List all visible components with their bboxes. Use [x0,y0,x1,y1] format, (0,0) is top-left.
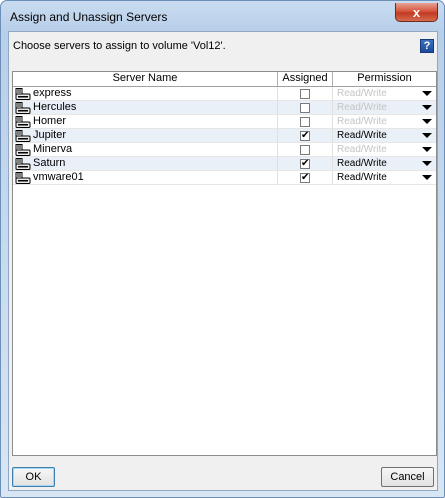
table-row[interactable]: Saturn Read/Write [13,157,436,171]
permission-value: Read/Write [337,158,387,169]
server-icon [15,101,31,114]
table-row[interactable]: Homer Read/Write [13,115,436,129]
server-name: express [33,87,72,99]
window-title: Assign and Unassign Servers [10,10,168,24]
server-icon [15,87,31,100]
permission-dropdown[interactable]: Read/Write [333,157,436,170]
close-icon: x [412,4,421,20]
permission-dropdown[interactable]: Read/Write [333,171,436,184]
chevron-down-icon[interactable] [422,133,432,138]
permission-dropdown[interactable]: Read/Write [333,143,436,156]
chevron-down-icon[interactable] [422,161,432,166]
assigned-cell [278,157,333,170]
dialog-client-area: Choose servers to assign to volume 'Vol1… [8,31,438,491]
column-header-server-name[interactable]: Server Name [13,72,278,86]
column-header-permission[interactable]: Permission [333,72,436,86]
chevron-down-icon[interactable] [422,119,432,124]
server-icon [15,157,31,170]
assigned-cell [278,171,333,184]
table-row[interactable]: Minerva Read/Write [13,143,436,157]
permission-value: Read/Write [337,144,387,155]
assigned-checkbox[interactable] [300,171,310,184]
table-body: express Read/Write Hercules Read/Write Homer… [13,87,436,185]
server-name: Jupiter [33,129,67,141]
chevron-down-icon[interactable] [422,175,432,180]
assigned-cell [278,101,333,114]
ok-button[interactable]: OK [12,467,55,487]
assigned-checkbox[interactable] [300,129,310,142]
permission-value: Read/Write [337,102,387,113]
table-header: Server Name Assigned Permission [13,72,436,87]
chevron-down-icon[interactable] [422,147,432,152]
server-name-cell: express [13,87,278,100]
permission-value: Read/Write [337,130,387,141]
permission-dropdown[interactable]: Read/Write [333,129,436,142]
table-row[interactable]: Jupiter Read/Write [13,129,436,143]
server-name: Homer [33,115,67,127]
assigned-checkbox[interactable] [300,116,310,127]
server-name-cell: Saturn [13,157,278,170]
help-icon: ? [423,40,431,52]
permission-value: Read/Write [337,88,387,99]
column-header-assigned[interactable]: Assigned [278,72,333,86]
permission-value: Read/Write [337,172,387,183]
assigned-checkbox[interactable] [300,102,310,113]
cancel-button[interactable]: Cancel [381,467,434,487]
permission-dropdown[interactable]: Read/Write [333,87,436,100]
chevron-down-icon[interactable] [422,105,432,110]
chevron-down-icon[interactable] [422,91,432,96]
assigned-checkbox[interactable] [300,144,310,155]
close-button[interactable]: x [395,3,438,22]
assigned-checkbox[interactable] [300,157,310,170]
table-row[interactable]: vmware01 Read/Write [13,171,436,185]
assigned-cell [278,115,333,128]
table-row[interactable]: express Read/Write [13,87,436,101]
instruction-text: Choose servers to assign to volume 'Vol1… [13,40,226,52]
server-table: Server Name Assigned Permission express R… [12,71,437,456]
assigned-cell [278,87,333,100]
help-button[interactable]: ? [420,39,434,53]
server-name-cell: Jupiter [13,129,278,142]
dialog-window: Assign and Unassign Servers x Choose ser… [0,0,445,498]
server-icon [15,143,31,156]
server-icon [15,129,31,142]
server-name-cell: Homer [13,115,278,128]
server-name: vmware01 [33,171,84,183]
server-icon [15,171,31,184]
permission-dropdown[interactable]: Read/Write [333,101,436,114]
permission-value: Read/Write [337,116,387,127]
assigned-cell [278,143,333,156]
server-name-cell: Minerva [13,143,278,156]
server-name-cell: Hercules [13,101,278,114]
server-name: Saturn [33,157,66,169]
server-name: Minerva [33,143,73,155]
assigned-cell [278,129,333,142]
server-name-cell: vmware01 [13,171,278,184]
table-row[interactable]: Hercules Read/Write [13,101,436,115]
server-icon [15,115,31,128]
title-bar[interactable]: Assign and Unassign Servers x [1,1,444,31]
permission-dropdown[interactable]: Read/Write [333,115,436,128]
server-name: Hercules [33,101,77,113]
assigned-checkbox[interactable] [300,88,310,99]
